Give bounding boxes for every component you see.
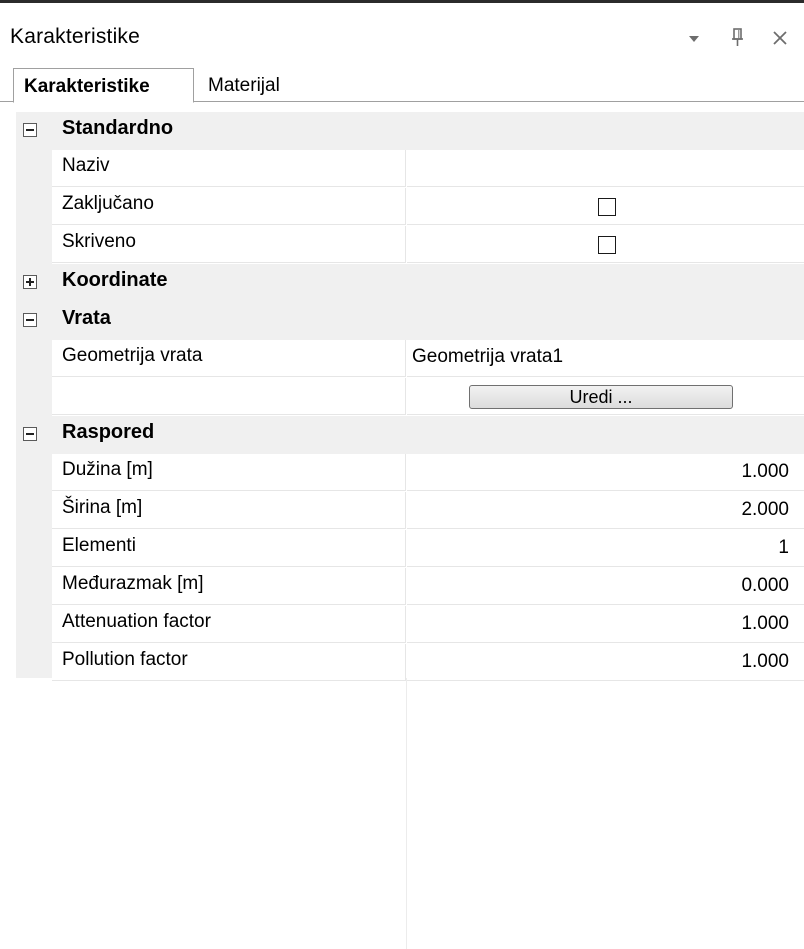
tab-materijal[interactable]: Materijal xyxy=(200,70,320,101)
category-label: Vrata xyxy=(62,307,111,329)
medurazmak-input[interactable]: 0.000 xyxy=(407,568,804,605)
collapse-icon[interactable] xyxy=(23,313,37,327)
geometrija-value[interactable]: Geometrija vrata1 xyxy=(407,340,804,377)
property-name: Skriveno xyxy=(52,226,406,263)
panel-titlebar: Karakteristike xyxy=(0,3,804,65)
property-row-sirina: Širina [m] 2.000 xyxy=(16,492,804,530)
property-name: Pollution factor xyxy=(52,644,406,681)
column-divider xyxy=(406,678,407,949)
chevron-down-icon xyxy=(689,36,699,42)
property-name xyxy=(52,378,406,415)
property-name: Naziv xyxy=(52,150,406,187)
tab-karakteristike[interactable]: Karakteristike xyxy=(13,68,194,103)
properties-panel: Karakteristike Karakteristike Materijal xyxy=(0,0,804,949)
property-row-medurazmak: Međurazmak [m] 0.000 xyxy=(16,568,804,606)
close-button[interactable] xyxy=(767,25,793,51)
zakljucano-value xyxy=(407,188,804,225)
property-row-attenuation: Attenuation factor 1.000 xyxy=(16,606,804,644)
pin-button[interactable] xyxy=(725,25,751,51)
property-row-zakljucano: Zaključano xyxy=(16,188,804,226)
zakljucano-checkbox[interactable] xyxy=(598,198,616,216)
property-name: Attenuation factor xyxy=(52,606,406,643)
elementi-input[interactable]: 1 xyxy=(407,530,804,567)
expand-icon[interactable] xyxy=(23,275,37,289)
close-icon xyxy=(773,31,787,45)
property-grid: Standardno Naziv Zaključano Skriveno Koo… xyxy=(16,112,804,949)
collapse-icon[interactable] xyxy=(23,123,37,137)
property-row-duzina: Dužina [m] 1.000 xyxy=(16,454,804,492)
sirina-input[interactable]: 2.000 xyxy=(407,492,804,529)
property-row-naziv: Naziv xyxy=(16,150,804,188)
category-standardno[interactable]: Standardno xyxy=(16,112,804,150)
property-name: Geometrija vrata xyxy=(52,340,406,377)
dropdown-menu-button[interactable] xyxy=(681,25,707,51)
property-row-geometrija: Geometrija vrata Geometrija vrata1 xyxy=(16,340,804,378)
uredi-button[interactable]: Uredi ... xyxy=(469,385,733,409)
property-row-pollution: Pollution factor 1.000 xyxy=(16,644,804,682)
duzina-input[interactable]: 1.000 xyxy=(407,454,804,491)
edit-value: Uredi ... xyxy=(407,378,804,415)
property-name: Dužina [m] xyxy=(52,454,406,491)
pollution-input[interactable]: 1.000 xyxy=(407,644,804,681)
category-koordinate[interactable]: Koordinate xyxy=(16,264,804,302)
property-name: Elementi xyxy=(52,530,406,567)
property-row-elementi: Elementi 1 xyxy=(16,530,804,568)
property-name: Zaključano xyxy=(52,188,406,225)
property-name: Širina [m] xyxy=(52,492,406,529)
property-row-edit: Uredi ... xyxy=(16,378,804,416)
pin-icon xyxy=(732,28,743,46)
property-name: Međurazmak [m] xyxy=(52,568,406,605)
category-raspored[interactable]: Raspored xyxy=(16,416,804,454)
skriveno-value xyxy=(407,226,804,263)
skriveno-checkbox[interactable] xyxy=(598,236,616,254)
attenuation-input[interactable]: 1.000 xyxy=(407,606,804,643)
category-label: Koordinate xyxy=(62,269,168,291)
panel-title: Karakteristike xyxy=(10,25,141,48)
tab-strip: Karakteristike Materijal xyxy=(0,65,804,103)
category-label: Standardno xyxy=(62,117,174,139)
collapse-icon[interactable] xyxy=(23,427,37,441)
category-label: Raspored xyxy=(62,421,155,443)
category-vrata[interactable]: Vrata xyxy=(16,302,804,340)
naziv-input[interactable] xyxy=(407,150,804,187)
property-row-skriveno: Skriveno xyxy=(16,226,804,264)
